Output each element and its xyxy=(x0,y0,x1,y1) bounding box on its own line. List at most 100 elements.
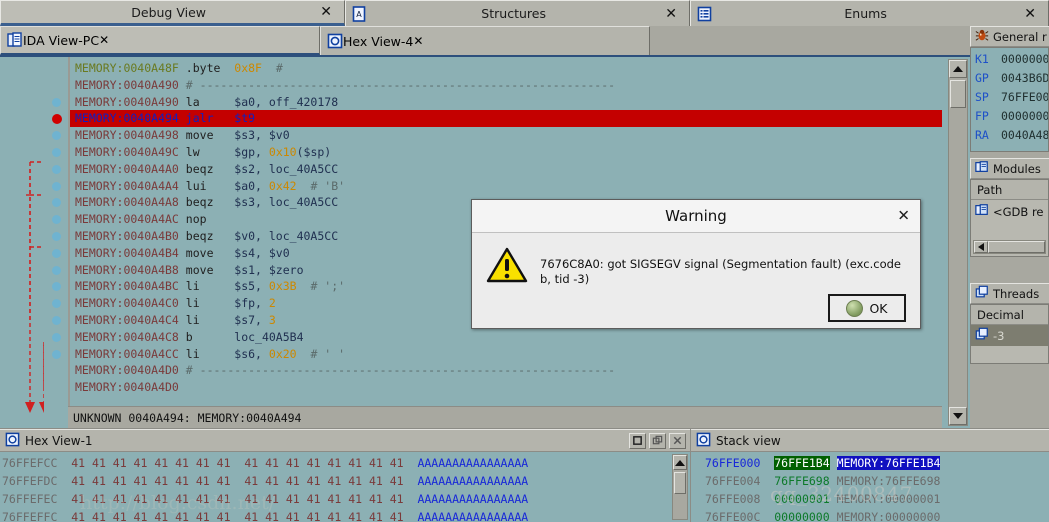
tab-close-icon[interactable]: ✕ xyxy=(659,7,683,21)
tab-label: Enums xyxy=(844,6,887,21)
dialog-footer: OK xyxy=(472,288,920,322)
disasm-line[interactable]: MEMORY:0040A4D0 # ----------------------… xyxy=(70,362,942,379)
instruction-marker[interactable] xyxy=(52,349,61,359)
scrollbar-thumb[interactable] xyxy=(950,80,966,108)
subtab-hex-view-4[interactable]: Hex View-4 ✕ xyxy=(320,26,650,55)
threads-column-header[interactable]: Decimal xyxy=(971,305,1048,325)
disasm-line[interactable]: MEMORY:0040A494 jalr $t9 xyxy=(70,110,942,128)
instruction-marker[interactable] xyxy=(52,299,61,309)
subtab-ida-view-pc[interactable]: IDA View-PC ✕ xyxy=(0,26,320,55)
hex-row[interactable]: 76FFEFEC 41 41 41 41 41 41 41 41 41 41 4… xyxy=(0,490,690,508)
ida-pro-window: Debug View ✕ A Structures ✕ Enums ✕ IDA … xyxy=(0,0,1049,522)
restore-button[interactable] xyxy=(629,432,646,449)
hex-bytes: 41 41 41 41 41 41 41 41 41 41 41 41 41 4… xyxy=(71,456,404,470)
subtab-close-icon[interactable]: ✕ xyxy=(413,34,423,48)
disasm-line[interactable]: MEMORY:0040A49C lw $gp, 0x10($sp) xyxy=(70,144,942,161)
instruction-marker[interactable] xyxy=(52,148,61,157)
modules-panel-header[interactable]: Modules xyxy=(970,158,1049,179)
ok-indicator-icon xyxy=(846,299,864,317)
register-row[interactable]: FP 0000000 xyxy=(975,107,1048,126)
modules-list-item[interactable]: <GDB re xyxy=(971,200,1048,220)
disasm-line[interactable]: MEMORY:0040A48F .byte 0x8F # xyxy=(70,60,942,77)
breakpoint-marker[interactable] xyxy=(52,114,62,125)
instruction-marker[interactable] xyxy=(52,232,61,241)
warning-dialog[interactable]: Warning ✕ 7676C8A0: got SIGSEGV signal (… xyxy=(471,199,921,329)
modules-horizontal-scrollbar[interactable] xyxy=(973,240,1046,254)
tab-debug-view[interactable]: Debug View ✕ xyxy=(0,0,345,26)
ok-button[interactable]: OK xyxy=(828,294,906,322)
stack-view-panel[interactable]: Stack view 76FFE000 76FFE1B4 MEMORY:76FF… xyxy=(690,428,1049,522)
tab-label: Structures xyxy=(481,6,546,21)
register-row[interactable]: SP 76FFE00 xyxy=(975,88,1048,107)
debug-view-icon xyxy=(7,4,23,20)
hex-view-title-bar[interactable]: Hex View-1 xyxy=(0,429,690,452)
instruction-marker[interactable] xyxy=(52,164,61,174)
sub-tab-bar: IDA View-PC ✕ Hex View-4 ✕ xyxy=(0,26,970,55)
modules-panel-title: Modules xyxy=(993,161,1041,176)
instruction-marker[interactable] xyxy=(52,316,61,325)
scrollbar-track[interactable] xyxy=(988,241,1045,253)
scroll-down-button[interactable] xyxy=(949,407,967,425)
stack-row[interactable]: 76FFE008 00000001 MEMORY:00000001 xyxy=(691,490,1049,508)
window-buttons xyxy=(629,432,690,449)
disasm-vertical-scrollbar[interactable] xyxy=(948,59,968,426)
warning-triangle-icon xyxy=(486,245,528,288)
instruction-marker[interactable] xyxy=(52,332,61,342)
register-row[interactable]: RA 0040A48 xyxy=(975,126,1048,145)
instruction-marker[interactable] xyxy=(52,248,61,258)
tab-structures[interactable]: A Structures ✕ xyxy=(345,0,690,26)
stack-reference: MEMORY:76FFE1B4 xyxy=(836,456,941,470)
threads-panel-header[interactable]: Threads xyxy=(970,283,1049,304)
instruction-marker[interactable] xyxy=(52,198,61,208)
thread-id: -3 xyxy=(993,328,1005,343)
tab-close-icon[interactable]: ✕ xyxy=(314,5,338,19)
disasm-line[interactable]: MEMORY:0040A4D0 xyxy=(70,379,942,396)
hex-row[interactable]: 76FFEFFC 41 41 41 41 41 41 41 41 41 41 4… xyxy=(0,508,690,522)
scroll-up-button[interactable] xyxy=(949,60,967,78)
dialog-close-icon[interactable]: ✕ xyxy=(897,208,910,224)
hex-bytes: 41 41 41 41 41 41 41 41 41 41 41 41 41 4… xyxy=(71,474,404,488)
instruction-marker[interactable] xyxy=(52,97,61,107)
threads-panel[interactable]: Decimal -3 xyxy=(970,304,1049,364)
subtab-close-icon[interactable]: ✕ xyxy=(99,33,109,47)
close-button[interactable] xyxy=(669,432,686,449)
stack-view-rows[interactable]: 76FFE000 76FFE1B4 MEMORY:76FFE1B4 76FFE00… xyxy=(691,452,1049,522)
registers-list[interactable]: K1 0000000 GP 0043B6D SP 76FFE00 FP 0000000 RA 00… xyxy=(970,47,1049,152)
stack-address: 76FFE00C xyxy=(705,510,761,522)
stack-row[interactable]: 76FFE004 76FFE698 MEMORY:76FFE698 xyxy=(691,472,1049,490)
disasm-line[interactable]: MEMORY:0040A490 # ----------------------… xyxy=(70,77,942,94)
modules-panel[interactable]: Path <GDB re xyxy=(970,179,1049,257)
breakpoint-gutter[interactable] xyxy=(44,57,68,428)
scroll-up-button[interactable] xyxy=(673,455,687,470)
thread-list-item[interactable]: -3 xyxy=(971,325,1048,346)
stack-view-title-bar[interactable]: Stack view xyxy=(691,429,1049,452)
stack-reference: MEMORY:00000000 xyxy=(836,510,941,522)
instruction-marker[interactable] xyxy=(52,181,61,191)
disasm-line[interactable]: MEMORY:0040A4CC li $s6, 0x20 # ' ' xyxy=(70,346,942,363)
stack-row[interactable]: 76FFE00C 00000000 MEMORY:00000000 xyxy=(691,508,1049,522)
stack-row[interactable]: 76FFE000 76FFE1B4 MEMORY:76FFE1B4 xyxy=(691,454,1049,472)
register-row[interactable]: K1 0000000 xyxy=(975,50,1048,69)
registers-panel-header[interactable]: General r xyxy=(970,26,1049,47)
register-row[interactable]: GP 0043B6D xyxy=(975,69,1048,88)
tab-enums[interactable]: Enums ✕ xyxy=(690,0,1049,26)
instruction-marker[interactable] xyxy=(52,265,61,275)
hex-view-scrollbar[interactable] xyxy=(672,454,688,520)
maximize-button[interactable] xyxy=(649,432,666,449)
hex-view-rows[interactable]: 76FFEFCC 41 41 41 41 41 41 41 41 41 41 4… xyxy=(0,452,690,522)
scrollbar-thumb[interactable] xyxy=(674,472,686,494)
instruction-marker[interactable] xyxy=(52,131,61,141)
scroll-left-button[interactable] xyxy=(974,241,988,253)
tab-close-icon[interactable]: ✕ xyxy=(1018,7,1042,21)
hex-row[interactable]: 76FFEFDC 41 41 41 41 41 41 41 41 41 41 4… xyxy=(0,472,690,490)
hex-row[interactable]: 76FFEFCC 41 41 41 41 41 41 41 41 41 41 4… xyxy=(0,454,690,472)
modules-column-header[interactable]: Path xyxy=(971,180,1048,200)
disasm-line[interactable]: MEMORY:0040A498 move $s3, $v0 xyxy=(70,127,942,144)
hex-view-1-panel[interactable]: Hex View-1 76FFEFCC 41 41 41 41 41 41 41… xyxy=(0,428,690,522)
disasm-line[interactable]: MEMORY:0040A4A0 beqz $s2, loc_40A5CC xyxy=(70,161,942,178)
instruction-marker[interactable] xyxy=(52,215,61,225)
disasm-line[interactable]: MEMORY:0040A490 la $a0, off_420178 xyxy=(70,94,942,111)
instruction-marker[interactable] xyxy=(52,282,61,292)
disasm-line[interactable]: MEMORY:0040A4A4 lui $a0, 0x42 # 'B' xyxy=(70,178,942,195)
disasm-line[interactable]: MEMORY:0040A4C8 b loc_40A5B4 xyxy=(70,329,942,346)
